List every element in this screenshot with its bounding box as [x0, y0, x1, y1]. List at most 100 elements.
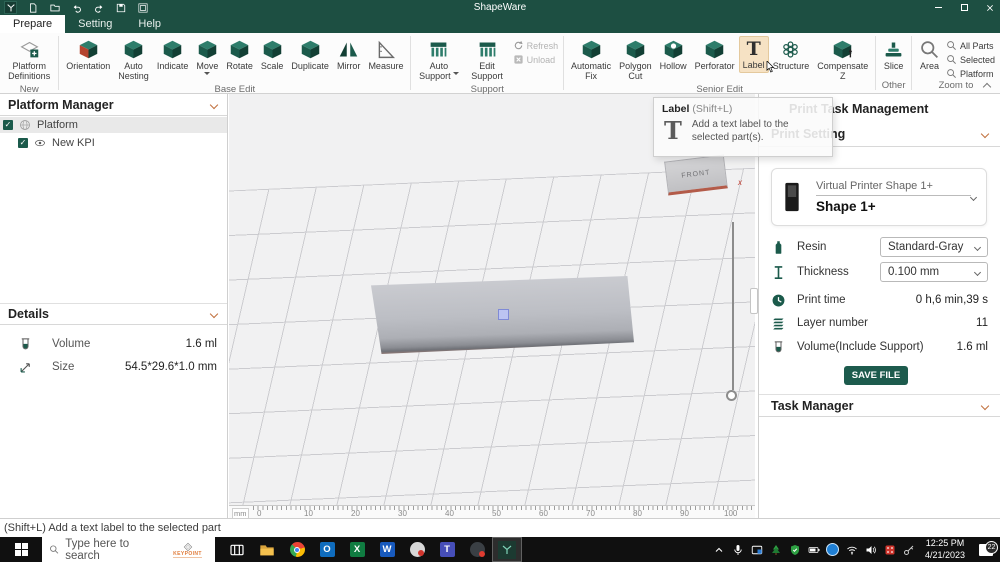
tray-antivirus-button[interactable]: [785, 544, 804, 556]
platform-definitions-button[interactable]: Platform Definitions: [3, 36, 55, 84]
save-icon[interactable]: [114, 1, 127, 14]
tree-item-platform[interactable]: Platform: [0, 117, 227, 133]
tray-green-app-button[interactable]: [766, 544, 785, 556]
compensate-z-button[interactable]: Compensate Z: [813, 36, 872, 84]
tray-red-app-button[interactable]: [880, 544, 899, 556]
chrome-button[interactable]: [282, 537, 312, 562]
red-dots-icon: [884, 544, 896, 556]
tab-help[interactable]: Help: [125, 15, 174, 33]
new-kpi-checkbox[interactable]: [18, 138, 28, 148]
tray-volume-button[interactable]: [861, 544, 880, 556]
shapeware-taskbar-button[interactable]: [492, 537, 522, 562]
new-file-icon[interactable]: [26, 1, 39, 14]
minimize-button[interactable]: [932, 2, 944, 14]
view-cube[interactable]: FRONT: [664, 154, 728, 195]
zoom-platform-button[interactable]: Platform: [946, 68, 995, 79]
duplicate-button[interactable]: Duplicate: [287, 36, 333, 74]
start-button[interactable]: [0, 537, 42, 562]
clock-date: 4/21/2023: [918, 550, 972, 561]
open-file-icon[interactable]: [48, 1, 61, 14]
ribbon-collapse-button[interactable]: [982, 82, 992, 90]
zoom-area-button[interactable]: Area: [915, 36, 944, 74]
support-pin[interactable]: [732, 222, 734, 390]
word-button[interactable]: W: [372, 537, 402, 562]
measure-button[interactable]: Measure: [364, 36, 407, 74]
move-button[interactable]: Move: [192, 36, 222, 81]
auto-nesting-button[interactable]: Auto Nesting: [114, 36, 153, 84]
duplicate-icon: [300, 39, 321, 60]
redo-icon[interactable]: [92, 1, 105, 14]
close-button[interactable]: [984, 2, 996, 14]
rotate-button[interactable]: Rotate: [222, 36, 257, 74]
thickness-icon: [771, 265, 786, 280]
save-as-icon[interactable]: [136, 1, 149, 14]
printer-name: Virtual Printer Shape 1+: [816, 180, 971, 196]
zoom-platform-icon: [946, 68, 957, 79]
maximize-button[interactable]: [958, 2, 970, 14]
structure-button[interactable]: Structure: [769, 36, 814, 74]
polygon-cut-button[interactable]: Polygon Cut: [615, 36, 656, 84]
rotate-icon: [229, 39, 250, 60]
details-volume-row: Volume 1.6 ml: [0, 334, 227, 354]
resin-select[interactable]: Standard-Gray: [880, 237, 988, 257]
tray-meet-now-button[interactable]: [823, 543, 842, 556]
save-file-button[interactable]: SAVE FILE: [844, 366, 908, 385]
chevron-down-icon[interactable]: [981, 130, 989, 138]
tray-expand-button[interactable]: [709, 544, 728, 556]
label-button[interactable]: T Label: [739, 36, 769, 73]
tray-network-button[interactable]: [842, 544, 861, 556]
orientation-button[interactable]: Orientation: [62, 36, 114, 74]
zoom-selected-button[interactable]: Selected: [946, 54, 995, 65]
zoom-all-parts-button[interactable]: All Parts: [946, 40, 995, 51]
printer-card[interactable]: Virtual Printer Shape 1+ Shape 1+: [771, 168, 987, 226]
panel-splitter-grip[interactable]: [750, 288, 758, 314]
taskbar-search[interactable]: Type here to search: [42, 537, 160, 562]
scale-button[interactable]: Scale: [257, 36, 288, 74]
slice-button[interactable]: Slice: [879, 36, 908, 74]
chevron-down-icon[interactable]: [210, 101, 218, 109]
zoom-all-parts-icon: [946, 40, 957, 51]
tray-microphone-button[interactable]: [728, 544, 747, 556]
edit-support-button[interactable]: Edit Support: [463, 36, 510, 84]
model-center-handle[interactable]: [498, 309, 509, 320]
platform-checkbox[interactable]: [3, 120, 13, 130]
tree-item-new-kpi[interactable]: New KPI: [0, 135, 227, 151]
microphone-icon: [732, 544, 744, 556]
paint3d-button[interactable]: [402, 537, 432, 562]
indicate-button[interactable]: Indicate: [153, 36, 193, 74]
task-view-button[interactable]: [222, 537, 252, 562]
screen-recorder-button[interactable]: [462, 537, 492, 562]
printer-dropdown-caret-icon[interactable]: [970, 193, 977, 200]
outlook-button[interactable]: O: [312, 537, 342, 562]
caret-down-icon: [974, 243, 981, 250]
taskbar-clock[interactable]: 12:25 PM 4/21/2023: [918, 538, 972, 561]
perforator-button[interactable]: Perforator: [691, 36, 739, 74]
notification-center-button[interactable]: 22: [972, 544, 1000, 556]
teams-button[interactable]: T: [432, 537, 462, 562]
auto-support-button[interactable]: Auto Support: [414, 36, 463, 84]
shapeware-icon: [498, 541, 516, 559]
tray-battery-button[interactable]: [804, 544, 823, 556]
tray-snip-button[interactable]: [747, 544, 766, 556]
refresh-button[interactable]: Refresh: [513, 40, 559, 51]
zoom-selected-icon: [946, 54, 957, 65]
tab-prepare[interactable]: Prepare: [0, 15, 65, 33]
excel-button[interactable]: X: [342, 537, 372, 562]
chevron-down-icon[interactable]: [981, 402, 989, 410]
system-tray: 12:25 PM 4/21/2023 22: [709, 537, 1000, 562]
viewport-3d[interactable]: FRONT x mm 0 10 20 30 40 50 60 70 80 90 …: [229, 94, 755, 518]
measure-icon: [375, 39, 396, 60]
thickness-select[interactable]: 0.100 mm: [880, 262, 988, 282]
hollow-button[interactable]: Hollow: [656, 36, 691, 74]
tab-setting[interactable]: Setting: [65, 15, 125, 33]
file-explorer-button[interactable]: [252, 537, 282, 562]
visibility-eye-icon[interactable]: [34, 137, 46, 149]
print-time-row: Print time 0 h,6 min,39 s: [771, 289, 988, 311]
automatic-fix-button[interactable]: Automatic Fix: [567, 36, 615, 84]
chevron-down-icon[interactable]: [210, 310, 218, 318]
support-pin-base[interactable]: [726, 390, 737, 401]
mirror-button[interactable]: Mirror: [333, 36, 365, 74]
undo-icon[interactable]: [70, 1, 83, 14]
unload-button[interactable]: Unload: [513, 54, 559, 65]
tray-key-app-button[interactable]: [899, 544, 918, 556]
